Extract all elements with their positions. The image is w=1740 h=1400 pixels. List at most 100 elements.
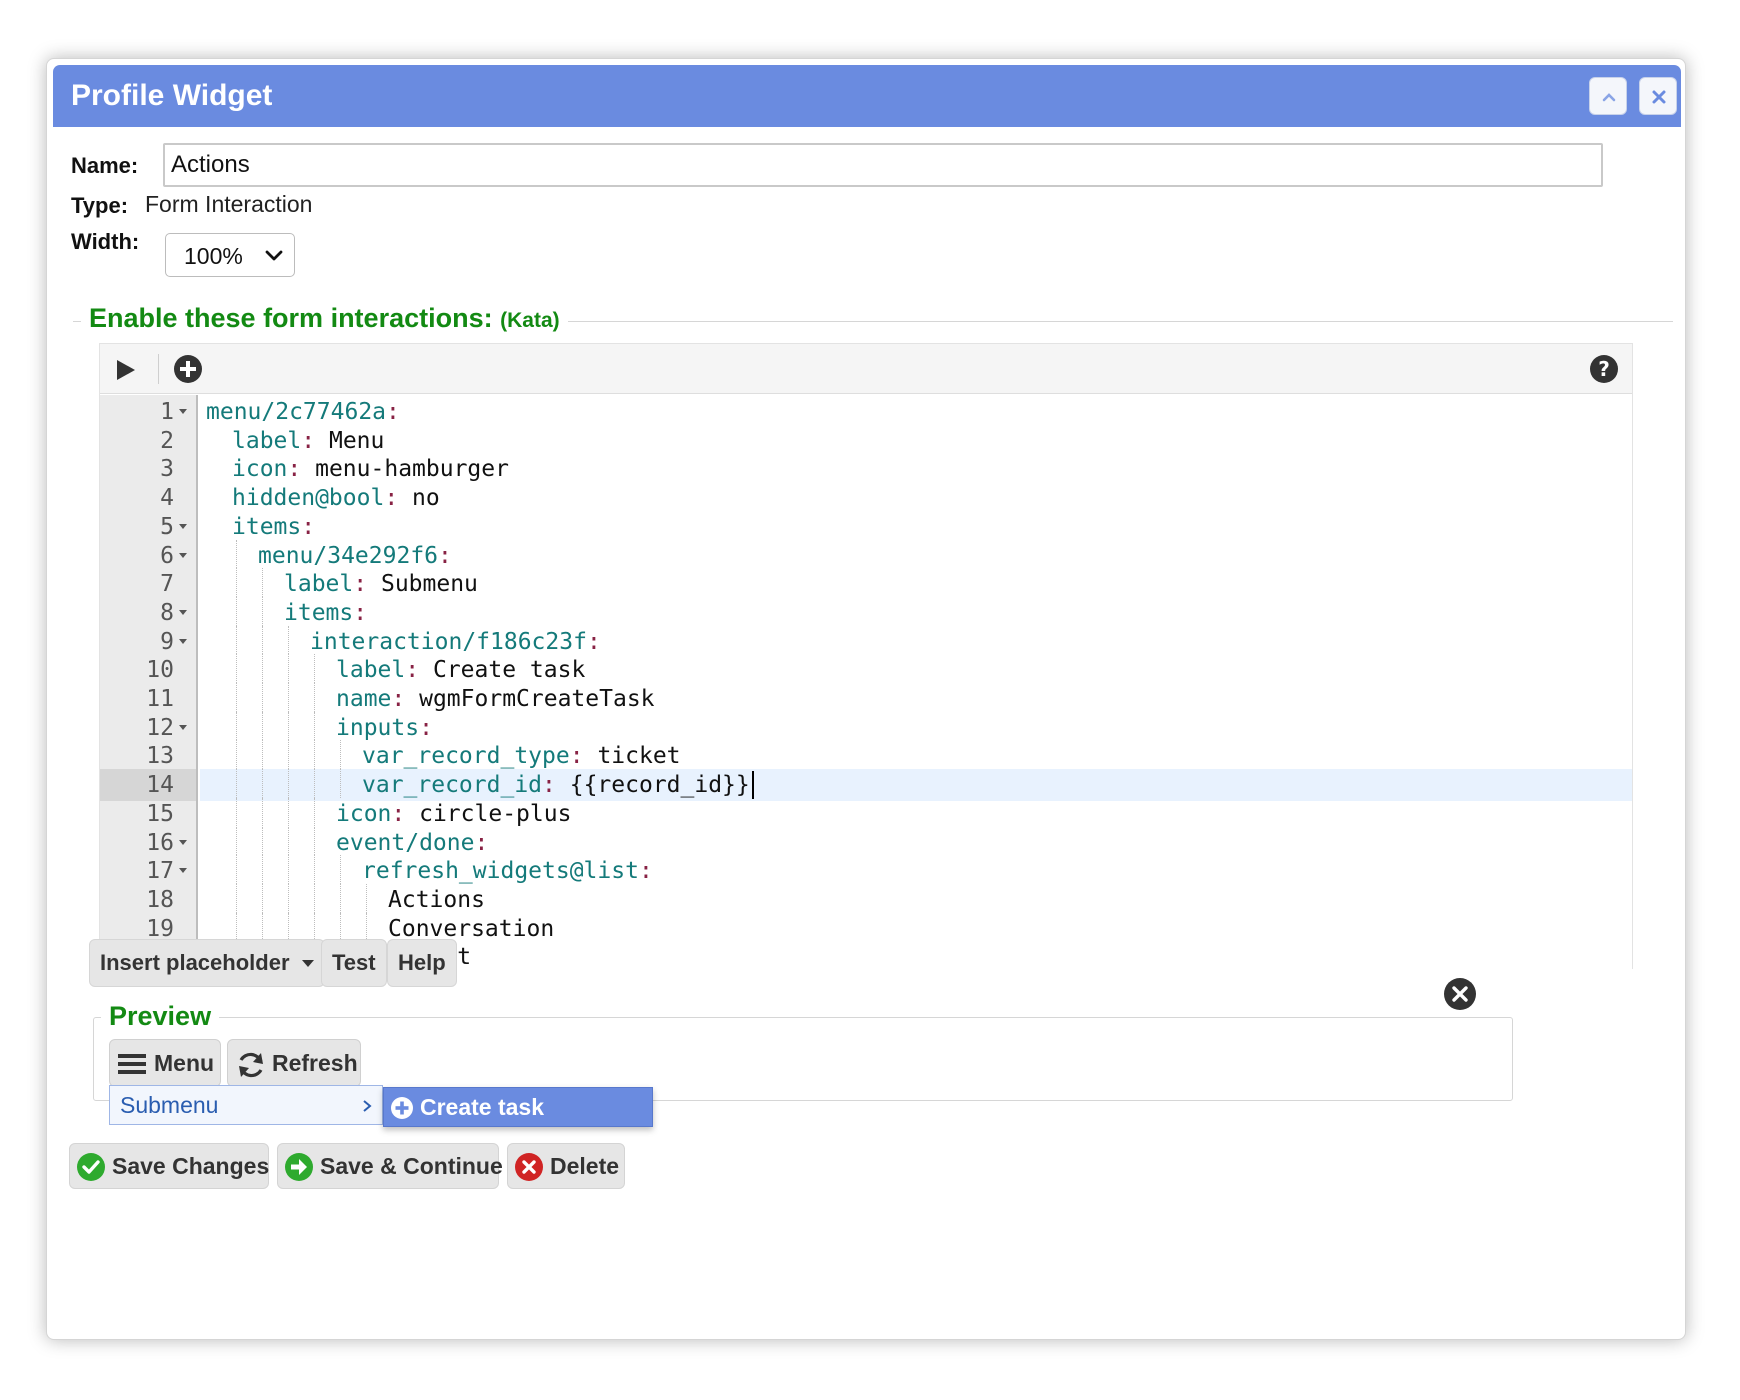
caret-down-icon [301, 960, 314, 968]
test-button[interactable]: Test [321, 939, 387, 987]
code-value: Actions [388, 886, 485, 913]
submenu-item[interactable]: Submenu [109, 1085, 383, 1125]
indent-guide [288, 740, 289, 770]
code-value: Submenu [380, 571, 478, 598]
indent-guide [288, 711, 289, 741]
close-icon [1652, 90, 1666, 104]
line-number: 12 [146, 714, 174, 741]
indent-guide [288, 769, 289, 798]
fold-toggle-icon[interactable] [178, 712, 188, 744]
code-line: menu/2c77462a: [206, 396, 400, 428]
indent-guide [340, 769, 341, 798]
insert-placeholder-button[interactable]: Insert placeholder [89, 939, 325, 987]
fold-toggle-icon[interactable] [178, 540, 188, 572]
code-key: items [232, 513, 302, 540]
preview-menu-button[interactable]: Menu [109, 1039, 221, 1087]
editor-code-area[interactable]: menu/2c77462a: label: Menu icon: menu-hamb… [200, 395, 1632, 969]
indent-guide [288, 855, 289, 884]
name-label: Name: [71, 153, 139, 178]
dialog-titlebar[interactable]: Profile Widget [53, 65, 1681, 127]
chevron-up-icon [1602, 93, 1616, 102]
code-value: {{record_id}} [569, 772, 750, 799]
indent-guide [288, 826, 289, 856]
dialog-title: Profile Widget [71, 79, 273, 112]
save-continue-button[interactable]: Save & Continue [277, 1143, 503, 1189]
code-value: wgmFormCreateTask [419, 686, 655, 712]
line-number: 6 [160, 542, 174, 569]
fold-toggle-icon[interactable] [178, 396, 188, 428]
add-circle-icon[interactable] [172, 353, 204, 385]
save-changes-button[interactable]: Save Changes [69, 1143, 269, 1189]
indent-guide [236, 826, 237, 856]
code-colon: : [569, 743, 584, 770]
collapse-button[interactable] [1589, 77, 1627, 115]
code-line: label: Submenu [284, 568, 478, 600]
preview-refresh-button[interactable]: Refresh [227, 1039, 361, 1087]
line-number: 7 [160, 571, 174, 598]
delete-button[interactable]: Delete [507, 1143, 625, 1189]
fold-toggle-icon[interactable] [178, 511, 188, 543]
indent-guide [314, 740, 315, 770]
code-colon: : [391, 800, 406, 827]
indent-guide [236, 539, 237, 569]
code-line: inputs: [336, 712, 433, 744]
type-value: Form Interaction [145, 191, 313, 217]
check-circle-icon [77, 1153, 105, 1181]
indent-guide [236, 568, 237, 597]
indent-guide [314, 711, 315, 741]
fold-toggle-icon[interactable] [178, 626, 188, 658]
code-colon: : [419, 714, 433, 741]
preview-menu-label: Menu [154, 1050, 215, 1076]
profile-widget-dialog: Profile Widget Name: Type: Form Interact… [46, 58, 1686, 1340]
close-button[interactable] [1639, 77, 1677, 115]
width-select[interactable]: 100% [165, 233, 295, 277]
indent-guide [340, 912, 341, 942]
indent-guide [262, 797, 263, 827]
create-task-menu-item[interactable]: Create task [383, 1087, 653, 1127]
play-icon[interactable] [114, 358, 138, 382]
code-colon: : [384, 485, 399, 512]
code-value: Create task [432, 657, 586, 684]
fold-toggle-icon[interactable] [178, 827, 188, 859]
code-value: circle-plus [419, 800, 572, 827]
submenu-label: Submenu [120, 1092, 219, 1118]
line-number: 15 [146, 800, 174, 827]
code-colon: : [638, 858, 653, 885]
code-colon: : [391, 686, 406, 712]
indent-guide [366, 883, 367, 913]
indent-guide [262, 568, 263, 597]
code-key: label [284, 571, 354, 598]
indent-guide [288, 654, 289, 683]
indent-guide [262, 654, 263, 683]
indent-guide [236, 912, 237, 942]
name-input[interactable] [163, 143, 1603, 187]
svg-text:?: ? [1598, 357, 1610, 381]
indent-guide [262, 740, 263, 770]
line-number: 17 [146, 858, 174, 885]
indent-guide [262, 711, 263, 741]
line-number: 16 [146, 829, 174, 856]
indent-guide [262, 826, 263, 856]
indent-guide [288, 625, 289, 655]
indent-guide [314, 883, 315, 913]
indent-guide [236, 596, 237, 626]
kata-editor: ? 1234567891011121314151617181920 menu/2… [99, 343, 1633, 970]
indent-guide [314, 769, 315, 798]
fold-toggle-icon[interactable] [178, 855, 188, 887]
code-line: label: Menu [232, 425, 384, 457]
help-icon[interactable]: ? [1588, 353, 1620, 385]
code-key: items [284, 599, 354, 626]
indent-guide [236, 855, 237, 884]
code-value: ticket [597, 743, 681, 770]
code-colon: : [438, 542, 452, 569]
fold-toggle-icon[interactable] [178, 597, 188, 629]
close-preview-icon[interactable] [1443, 977, 1477, 1011]
line-number: 8 [160, 599, 174, 626]
indent-guide [236, 740, 237, 770]
delete-circle-icon [515, 1153, 543, 1181]
code-line: label: Create task [336, 654, 585, 686]
indent-guide [314, 797, 315, 827]
interactions-subtitle: (Kata) [500, 309, 560, 332]
indent-guide [236, 625, 237, 655]
help-button[interactable]: Help [387, 939, 457, 987]
